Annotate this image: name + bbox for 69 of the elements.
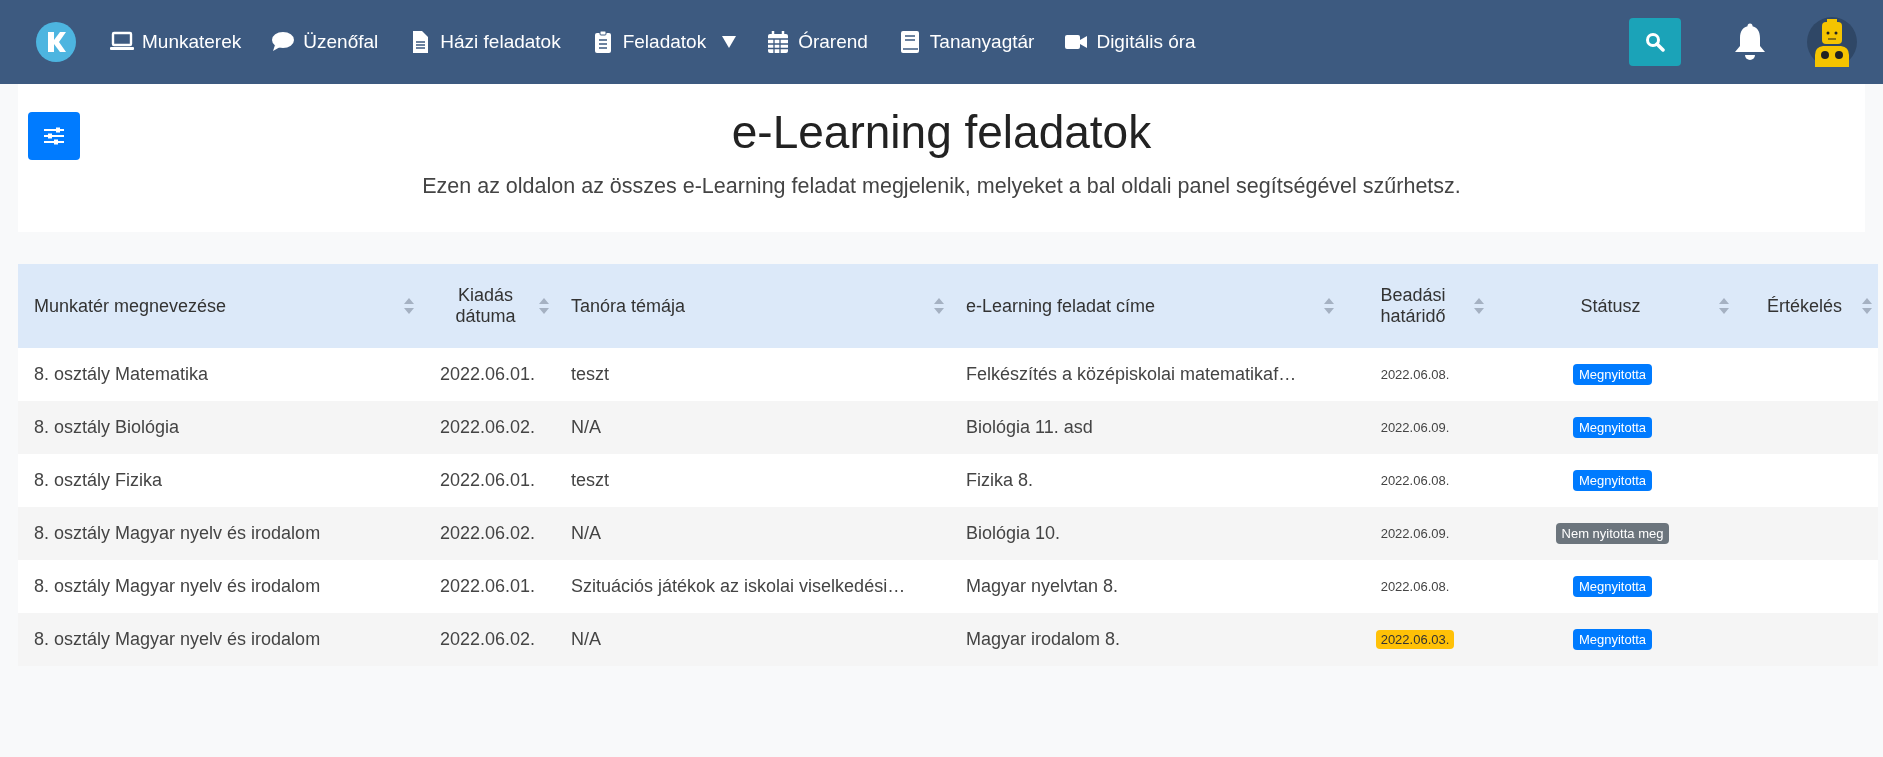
avatar-icon[interactable] xyxy=(1807,17,1857,67)
table-cell-text: 2022.06.01. xyxy=(438,469,537,492)
status-badge: Megnyitotta xyxy=(1572,364,1653,385)
table-cell-text: N/A xyxy=(570,522,602,545)
sort-icon xyxy=(404,297,414,315)
sort-icon xyxy=(1324,297,1334,315)
search-button[interactable] xyxy=(1629,18,1681,66)
deadline-date: 2022.06.09. xyxy=(1379,525,1451,543)
table-cell-text: N/A xyxy=(570,416,602,439)
status-badge: Nem nyitotta meg xyxy=(1555,523,1670,544)
table-cell-text: 8. osztály Matematika xyxy=(33,363,210,386)
table-cell-text: Biológia 10. xyxy=(965,522,1062,545)
table-cell-text: 2022.06.02. xyxy=(438,416,537,439)
table-cell-text: teszt xyxy=(570,363,610,386)
table-cell-text: Magyar nyelvtan 8. xyxy=(965,575,1120,598)
deadline-date: 2022.06.03. xyxy=(1375,630,1455,649)
nav-link[interactable]: Üzenőfal xyxy=(271,30,379,54)
nav-link[interactable]: Digitális óra xyxy=(1064,30,1196,54)
deadline-date: 2022.06.08. xyxy=(1379,366,1451,384)
table-cell-text: 8. osztály Fizika xyxy=(33,469,164,492)
nav-link[interactable]: Tananyagtár xyxy=(897,30,1035,54)
column-header[interactable]: Kiadás dátuma xyxy=(420,264,555,348)
table-cell-text: Szituációs játékok az iskolai viselkedési… xyxy=(570,575,907,598)
caret-icon xyxy=(722,36,737,48)
table-cell-text: 8. osztály Magyar nyelv és irodalom xyxy=(33,522,322,545)
logo-icon[interactable] xyxy=(36,22,76,62)
table-cell-text: Felkészítés a középiskolai matematikaf… xyxy=(965,363,1298,386)
column-header[interactable]: Tanóra témája xyxy=(555,264,950,348)
table-cell-text: 2022.06.01. xyxy=(438,363,537,386)
deadline-date: 2022.06.09. xyxy=(1379,419,1451,437)
column-header[interactable]: Értékelés xyxy=(1735,264,1878,348)
status-badge: Megnyitotta xyxy=(1572,629,1653,650)
table-cell-text: 2022.06.02. xyxy=(438,522,537,545)
table-cell-text: N/A xyxy=(570,628,602,651)
sort-icon xyxy=(1862,297,1872,315)
chat-icon xyxy=(271,30,296,54)
calendar-icon xyxy=(766,30,791,54)
nav-link[interactable]: Feladatok xyxy=(590,30,737,54)
status-badge: Megnyitotta xyxy=(1572,576,1653,597)
deadline-date: 2022.06.08. xyxy=(1379,578,1451,596)
page-subtitle: Ezen az oldalon az összes e-Learning feladat megjelenik, melyeket a bal oldali panel segítségével szűrhetsz. xyxy=(422,174,1461,199)
status-badge: Megnyitotta xyxy=(1572,417,1653,438)
nav-link[interactable]: Házi feladatok xyxy=(408,30,561,54)
column-header[interactable]: e-Learning feladat címe xyxy=(950,264,1340,348)
table-cell-text: Fizika 8. xyxy=(965,469,1035,492)
filter-button[interactable] xyxy=(28,112,80,160)
table-cell-text: teszt xyxy=(570,469,610,492)
sort-icon xyxy=(1719,297,1729,315)
column-header[interactable]: Beadási határidő xyxy=(1340,264,1490,348)
status-badge: Megnyitotta xyxy=(1572,470,1653,491)
table-cell-text: 8. osztály Biológia xyxy=(33,416,181,439)
search-icon xyxy=(1645,32,1665,52)
page-title: e-Learning feladatok xyxy=(731,105,1152,160)
nav-link[interactable]: Órarend xyxy=(766,30,868,54)
table-cell-text: 2022.06.02. xyxy=(438,628,537,651)
table-cell-text: 8. osztály Magyar nyelv és irodalom xyxy=(33,575,322,598)
deadline-date: 2022.06.08. xyxy=(1379,472,1451,490)
sort-icon xyxy=(1474,297,1484,315)
column-header[interactable]: Státusz xyxy=(1490,264,1735,348)
column-header[interactable]: Munkatér megnevezése xyxy=(18,264,420,348)
bell-icon[interactable] xyxy=(1733,23,1767,61)
nav-link[interactable]: Munkaterek xyxy=(110,30,242,54)
table-cell-text: Magyar irodalom 8. xyxy=(965,628,1122,651)
table-cell-text: 8. osztály Magyar nyelv és irodalom xyxy=(33,628,322,651)
table-cell-text: Biológia 11. asd xyxy=(965,416,1094,439)
sort-icon xyxy=(934,297,944,315)
table-cell-text: 2022.06.01. xyxy=(438,575,537,598)
sort-icon xyxy=(539,297,549,315)
sliders-icon xyxy=(43,126,65,146)
